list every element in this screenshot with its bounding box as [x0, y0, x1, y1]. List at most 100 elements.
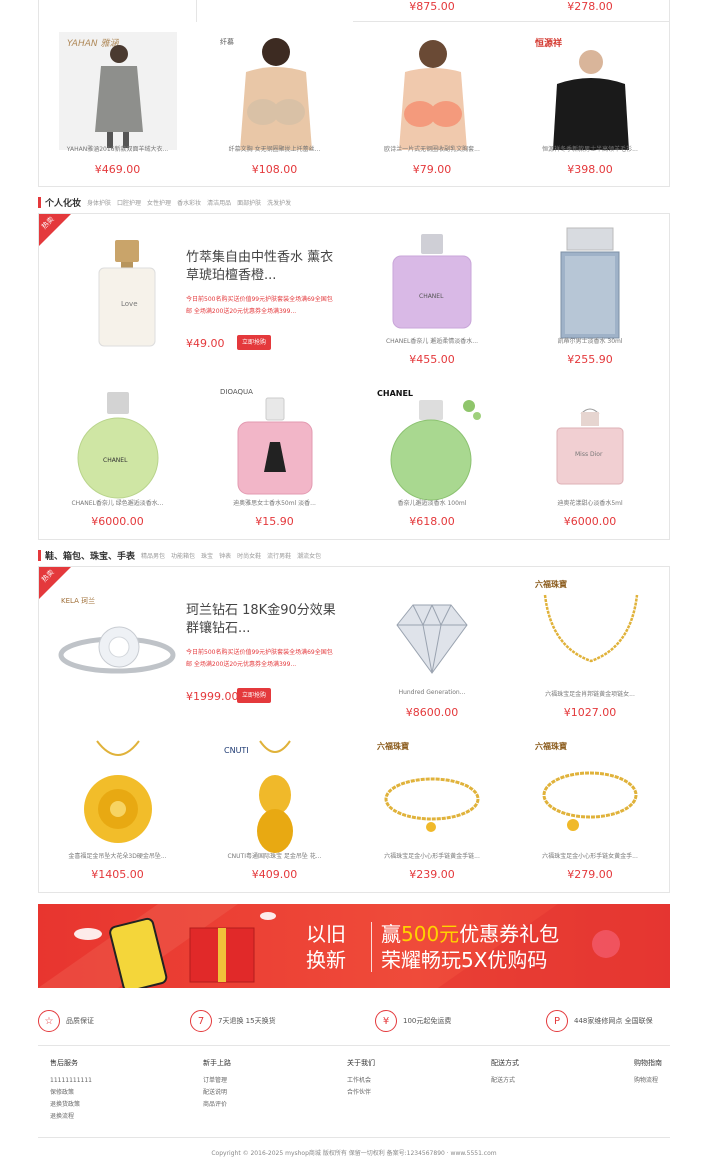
footer-link[interactable]: 商品评价 — [203, 1100, 231, 1109]
banner-highlight: 500元 — [401, 922, 460, 946]
product-card-partial[interactable]: ¥875.00 — [353, 0, 512, 22]
subcategory-link[interactable]: 香水彩妆 — [177, 198, 201, 207]
featured-product-card[interactable]: 热卖 KELA 珂兰 珂兰钻石 18K金90分效果群镶钻石... 今日前500名… — [38, 566, 354, 730]
divider — [38, 1137, 670, 1138]
product-name: 迪奥雅思女士香水50ml 淡香... — [233, 500, 316, 507]
subcategory-link[interactable]: 面部护肤 — [237, 198, 261, 207]
product-card[interactable]: 欧诗兰一片式无钢圈收副乳文胸套... ¥79.00 — [353, 22, 512, 187]
repair-point-icon: P — [546, 1010, 568, 1032]
footer-column: 售后服务 11111111111 保修政策 退换货政策 退换流程 — [50, 1058, 92, 1124]
product-name: 迪奥花漾甜心淡香水5ml — [557, 500, 623, 507]
subcategory-link[interactable]: 身体护肤 — [87, 198, 111, 207]
footer-column: 配送方式 配送方式 — [491, 1058, 519, 1088]
product-price: ¥8600.00 — [405, 706, 459, 719]
product-image-gold-bracelet: 六福珠寶 — [377, 741, 480, 832]
product-image-diamond — [396, 604, 468, 674]
brand-logo: DIOAQUA — [220, 388, 253, 396]
product-card[interactable]: CHANEL 香奈儿邂逅淡香水 100ml ¥618.00 — [353, 376, 512, 540]
service-label: 448家维修网点 全国联保 — [574, 1017, 653, 1025]
product-price: ¥255.90 — [567, 353, 613, 366]
product-card[interactable]: CHANEL CHANEL香奈儿 绿色邂逅淡香水... ¥6000.00 — [38, 376, 197, 540]
section-accent-bar — [38, 196, 41, 208]
banner-left-line2: 换新 — [306, 948, 346, 972]
product-name: 恒源祥冬季新款男士半高领羊毛衫... — [542, 146, 638, 153]
section-title: 鞋、箱包、珠宝、手表 — [45, 551, 136, 562]
product-card-partial[interactable]: ¥278.00 — [511, 0, 670, 22]
product-card[interactable]: DIOAQUA 迪奥雅思女士香水50ml 淡香... ¥15.90 — [196, 376, 354, 540]
featured-image-perfume: Love — [98, 240, 156, 347]
service-label: 100元起免运费 — [403, 1017, 452, 1025]
service-label: 品质保证 — [66, 1017, 94, 1025]
brand-label: CHANEL — [103, 457, 128, 464]
subcategory-link[interactable]: 女性护理 — [147, 198, 171, 207]
product-card[interactable]: 恒源祥 恒源祥冬季新款男士半高领羊毛衫... ¥398.00 — [511, 22, 670, 187]
banner-right-line2: 荣耀畅玩5X优购码 — [381, 948, 548, 972]
featured-title[interactable]: 竹萃集自由中性香水 薰衣草琥珀檀香橙... — [186, 249, 336, 285]
subcategory-link[interactable]: 钟表 — [219, 551, 231, 560]
footer-link[interactable]: 订单管理 — [203, 1076, 231, 1085]
buy-now-button[interactable]: 立即抢购 — [237, 335, 272, 350]
subcategory-link[interactable]: 珠宝 — [201, 551, 213, 560]
brand-logo: 六福珠寶 — [377, 741, 409, 751]
product-image-gold-flower-pendant — [83, 740, 152, 843]
product-name: 纤慕文胸 女无钢圈聚拢上托蕾丝... — [228, 146, 321, 153]
footer-heading: 关于我们 — [347, 1059, 375, 1067]
product-price: ¥79.00 — [412, 163, 452, 176]
product-card[interactable]: 六福珠寶 六福珠宝足金肖邦链黄金项链女... ¥1027.00 — [511, 566, 670, 730]
featured-product-card[interactable]: 热卖 Love 竹萃集自由中性香水 薰衣草琥珀檀香橙... 今日前500名购买送… — [38, 213, 354, 377]
bottle-label: Love — [121, 300, 138, 308]
subcategory-link[interactable]: 时尚女鞋 — [237, 551, 261, 560]
featured-title[interactable]: 珂兰钻石 18K金90分效果群镶钻石... — [186, 602, 336, 638]
footer-link[interactable]: 退换货政策 — [50, 1100, 92, 1109]
footer-link[interactable]: 退换流程 — [50, 1112, 92, 1121]
brand-logo: CHANEL — [377, 389, 413, 398]
footer-link[interactable]: 配送方式 — [491, 1076, 519, 1085]
product-name: CHANEL香奈儿 绿色邂逅淡香水... — [71, 500, 164, 507]
buy-now-button[interactable]: 立即抢购 — [237, 688, 272, 703]
product-card[interactable]: 纤慕 纤慕文胸 女无钢圈聚拢上托蕾丝... ¥108.00 — [196, 22, 354, 187]
service-shipping: ¥ 100元起免运费 — [375, 1010, 451, 1032]
product-image-gold-necklace: 六福珠寶 — [535, 579, 639, 663]
banner-illustration — [38, 904, 670, 988]
brand-logo: 恒源祥 — [535, 37, 562, 49]
footer-link[interactable]: 11111111111 — [50, 1076, 92, 1085]
product-card[interactable]: YAHAN 雅涵 YAHAN雅涵2016新款双面羊绒大衣... ¥469.00 — [38, 22, 197, 187]
product-card[interactable]: CHANEL CHANEL香奈儿 邂逅柔情淡香水... ¥455.00 — [353, 213, 512, 377]
service-label: 7天退换 15天换货 — [218, 1017, 276, 1025]
subcategory-link[interactable]: 流行男鞋 — [267, 551, 291, 560]
product-card[interactable]: 金喜福足金吊坠大花朵3D硬金吊坠... ¥1405.00 — [38, 729, 197, 893]
product-card[interactable]: 六福珠寶 六福珠宝足金小心形手链黄金手链... ¥239.00 — [353, 729, 512, 893]
subcategory-link[interactable]: 精品男包 — [141, 551, 165, 560]
footer-link[interactable]: 工作机会 — [347, 1076, 375, 1085]
promo-banner[interactable]: 以旧 换新 赢500元优惠券礼包 荣耀畅玩5X优购码 — [38, 904, 670, 988]
quality-star-icon: ☆ — [38, 1010, 60, 1032]
seven-days-icon: 7 — [190, 1010, 212, 1032]
product-price: ¥239.00 — [409, 868, 455, 881]
brand-logo: 纤慕 — [220, 37, 234, 46]
product-card[interactable]: 六福珠寶 六福珠宝足金小心形手链女黄金手... ¥279.00 — [511, 729, 670, 893]
footer-link[interactable]: 合作伙伴 — [347, 1088, 375, 1097]
product-card[interactable]: 凯蒂尔男士淡香水 30ml ¥255.90 — [511, 213, 670, 377]
subcategory-link[interactable]: 功能箱包 — [171, 551, 195, 560]
product-name: 六福珠宝足金小心形手链黄金手链... — [384, 853, 480, 860]
footer-link[interactable]: 保修政策 — [50, 1088, 92, 1097]
product-card[interactable]: Miss Dior 迪奥花漾甜心淡香水5ml ¥6000.00 — [511, 376, 670, 540]
subcategory-link[interactable]: 洗发护发 — [267, 198, 291, 207]
footer-heading: 配送方式 — [491, 1059, 519, 1067]
featured-price: ¥1999.00 — [186, 690, 239, 703]
product-image-bra-pink — [373, 32, 491, 150]
product-name: YAHAN雅涵2016新款双面羊绒大衣... — [66, 146, 169, 153]
product-card[interactable]: Hundred Generation... ¥8600.00 — [353, 566, 512, 730]
subcategory-link[interactable]: 清洁用品 — [207, 198, 231, 207]
product-price: ¥6000.00 — [91, 515, 144, 528]
product-price: ¥875.00 — [409, 0, 455, 13]
footer-link[interactable]: 配送说明 — [203, 1088, 231, 1097]
subcategory-link[interactable]: 潮流女包 — [297, 551, 321, 560]
product-card[interactable]: CNUTI CNUTI粤通国际珠宝 足金吊坠 花... ¥409.00 — [196, 729, 354, 893]
subcategory-link[interactable]: 口腔护理 — [117, 198, 141, 207]
brand-label: CHANEL — [419, 293, 444, 300]
product-price: ¥398.00 — [567, 163, 613, 176]
product-image-chance-pink: CHANEL — [392, 234, 472, 329]
footer-link[interactable]: 购物流程 — [634, 1076, 662, 1085]
product-price: ¥455.00 — [409, 353, 455, 366]
